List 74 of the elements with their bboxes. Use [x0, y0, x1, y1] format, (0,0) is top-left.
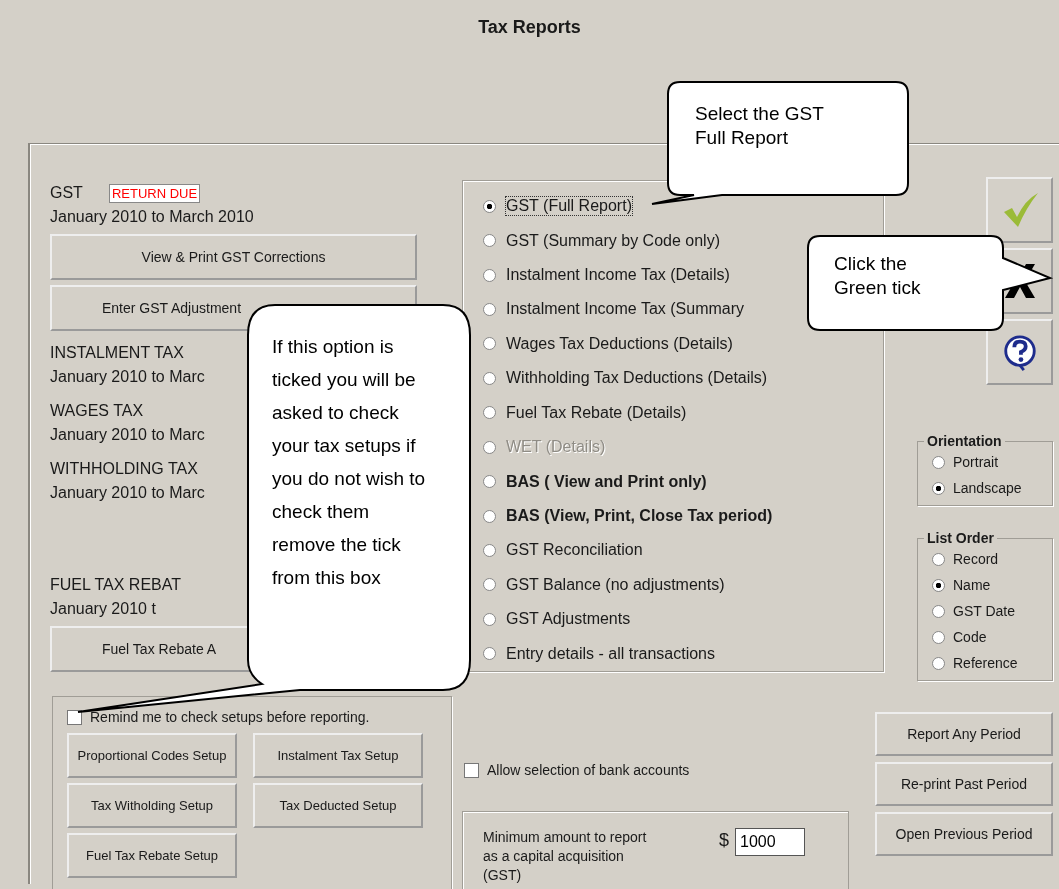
setup-button[interactable]: Tax Deducted Setup: [253, 783, 423, 828]
tooltip-text: Click the Green tick: [834, 252, 922, 300]
group-title: List Order: [926, 530, 995, 546]
report-option-label: Withholding Tax Deductions (Details): [506, 369, 768, 388]
radio-button[interactable]: [932, 604, 945, 618]
option-label: GST Date: [953, 603, 1015, 619]
radio-button[interactable]: [483, 371, 496, 385]
option-label: Record: [953, 551, 999, 567]
radio-button[interactable]: [483, 543, 496, 557]
tax-heading: FUEL TAX REBAT: [50, 575, 181, 595]
tax-heading: INSTALMENT TAX: [50, 343, 184, 363]
status-badge: RETURN DUE: [108, 183, 201, 203]
period-range: January 2010 to Marc: [50, 483, 205, 503]
tax-heading: GST: [50, 183, 83, 203]
setup-button[interactable]: Tax Witholding Setup: [67, 783, 237, 828]
group-title: Orientation: [926, 433, 1003, 449]
report-option-label: GST (Summary by Code only): [506, 231, 720, 250]
radio-button[interactable]: [932, 578, 945, 592]
window-title: Tax Reports: [478, 17, 581, 38]
period-button[interactable]: Open Previous Period: [875, 812, 1053, 856]
report-option-label: Instalment Income Tax (Summary: [506, 300, 744, 319]
tooltip-text: Select the GST Full Report: [695, 102, 825, 150]
radio-button[interactable]: [483, 509, 496, 523]
remind-checkbox[interactable]: Remind me to check setups before reporting.: [67, 709, 370, 725]
radio-button[interactable]: [932, 656, 945, 670]
help-button[interactable]: [986, 319, 1053, 385]
option-label: Name: [953, 577, 991, 593]
report-option-label: GST Balance (no adjustments): [506, 575, 725, 594]
action-button[interactable]: View & Print GST Corrections: [50, 234, 417, 280]
report-option-label: WET (Details): [506, 438, 606, 457]
option-label: Portrait: [953, 454, 999, 470]
radio-button[interactable]: [932, 630, 945, 644]
setup-button[interactable]: Instalment Tax Setup: [253, 733, 423, 778]
report-option-label: BAS ( View and Print only): [506, 472, 707, 491]
radio-button[interactable]: [483, 199, 496, 213]
radio-button[interactable]: [483, 302, 496, 316]
tooltip-text: If this option is ticked you will be asked to check your tax setups if you do not wish to check them remove the tick from this box: [272, 335, 427, 590]
radio-button[interactable]: [483, 268, 496, 282]
option-label: Reference: [953, 655, 1018, 671]
radio-button[interactable]: [483, 647, 496, 661]
radio-button[interactable]: [483, 612, 496, 626]
report-option-label: GST (Full Report): [506, 197, 632, 216]
radio-button[interactable]: [932, 455, 945, 469]
option-label: Landscape: [953, 480, 1022, 496]
bank-checkbox[interactable]: Allow selection of bank accounts: [464, 762, 690, 778]
setup-button[interactable]: Proportional Codes Setup: [67, 733, 237, 778]
option-label: Code: [953, 629, 987, 645]
period-range: January 2010 to Marc: [50, 367, 205, 387]
period-range: January 2010 to March 2010: [50, 207, 254, 227]
radio-button[interactable]: [932, 481, 945, 495]
report-option-label: Wages Tax Deductions (Details): [506, 334, 733, 353]
report-option-label: Entry details - all transactions: [506, 644, 715, 663]
report-option-label: Fuel Tax Rebate (Details): [506, 403, 687, 422]
period-button[interactable]: Re-print Past Period: [875, 762, 1053, 806]
report-option-label: Instalment Income Tax (Details): [506, 266, 730, 285]
currency-sign: $: [719, 830, 729, 851]
setup-button[interactable]: Fuel Tax Rebate Setup: [67, 833, 237, 878]
tax-heading: WITHHOLDING TAX: [50, 459, 198, 479]
report-option-label: GST Reconciliation: [506, 541, 643, 560]
amount-label: Minimum amount to report as a capital acquisition (GST): [483, 828, 648, 885]
report-option-label: GST Adjustments: [506, 610, 631, 629]
radio-button[interactable]: [483, 406, 496, 420]
period-button[interactable]: Report Any Period: [875, 712, 1053, 756]
radio-button[interactable]: [483, 578, 496, 592]
amount-field[interactable]: 1000: [735, 828, 805, 856]
radio-button[interactable]: [483, 337, 496, 351]
period-range: January 2010 to Marc: [50, 425, 205, 445]
radio-button[interactable]: [483, 234, 496, 248]
radio-button[interactable]: [483, 475, 496, 489]
report-option-label: BAS (View, Print, Close Tax period): [506, 507, 773, 525]
period-range: January 2010 t: [50, 599, 156, 619]
radio-button[interactable]: [932, 552, 945, 566]
ok-button[interactable]: [986, 177, 1053, 243]
tax-heading: WAGES TAX: [50, 401, 144, 421]
